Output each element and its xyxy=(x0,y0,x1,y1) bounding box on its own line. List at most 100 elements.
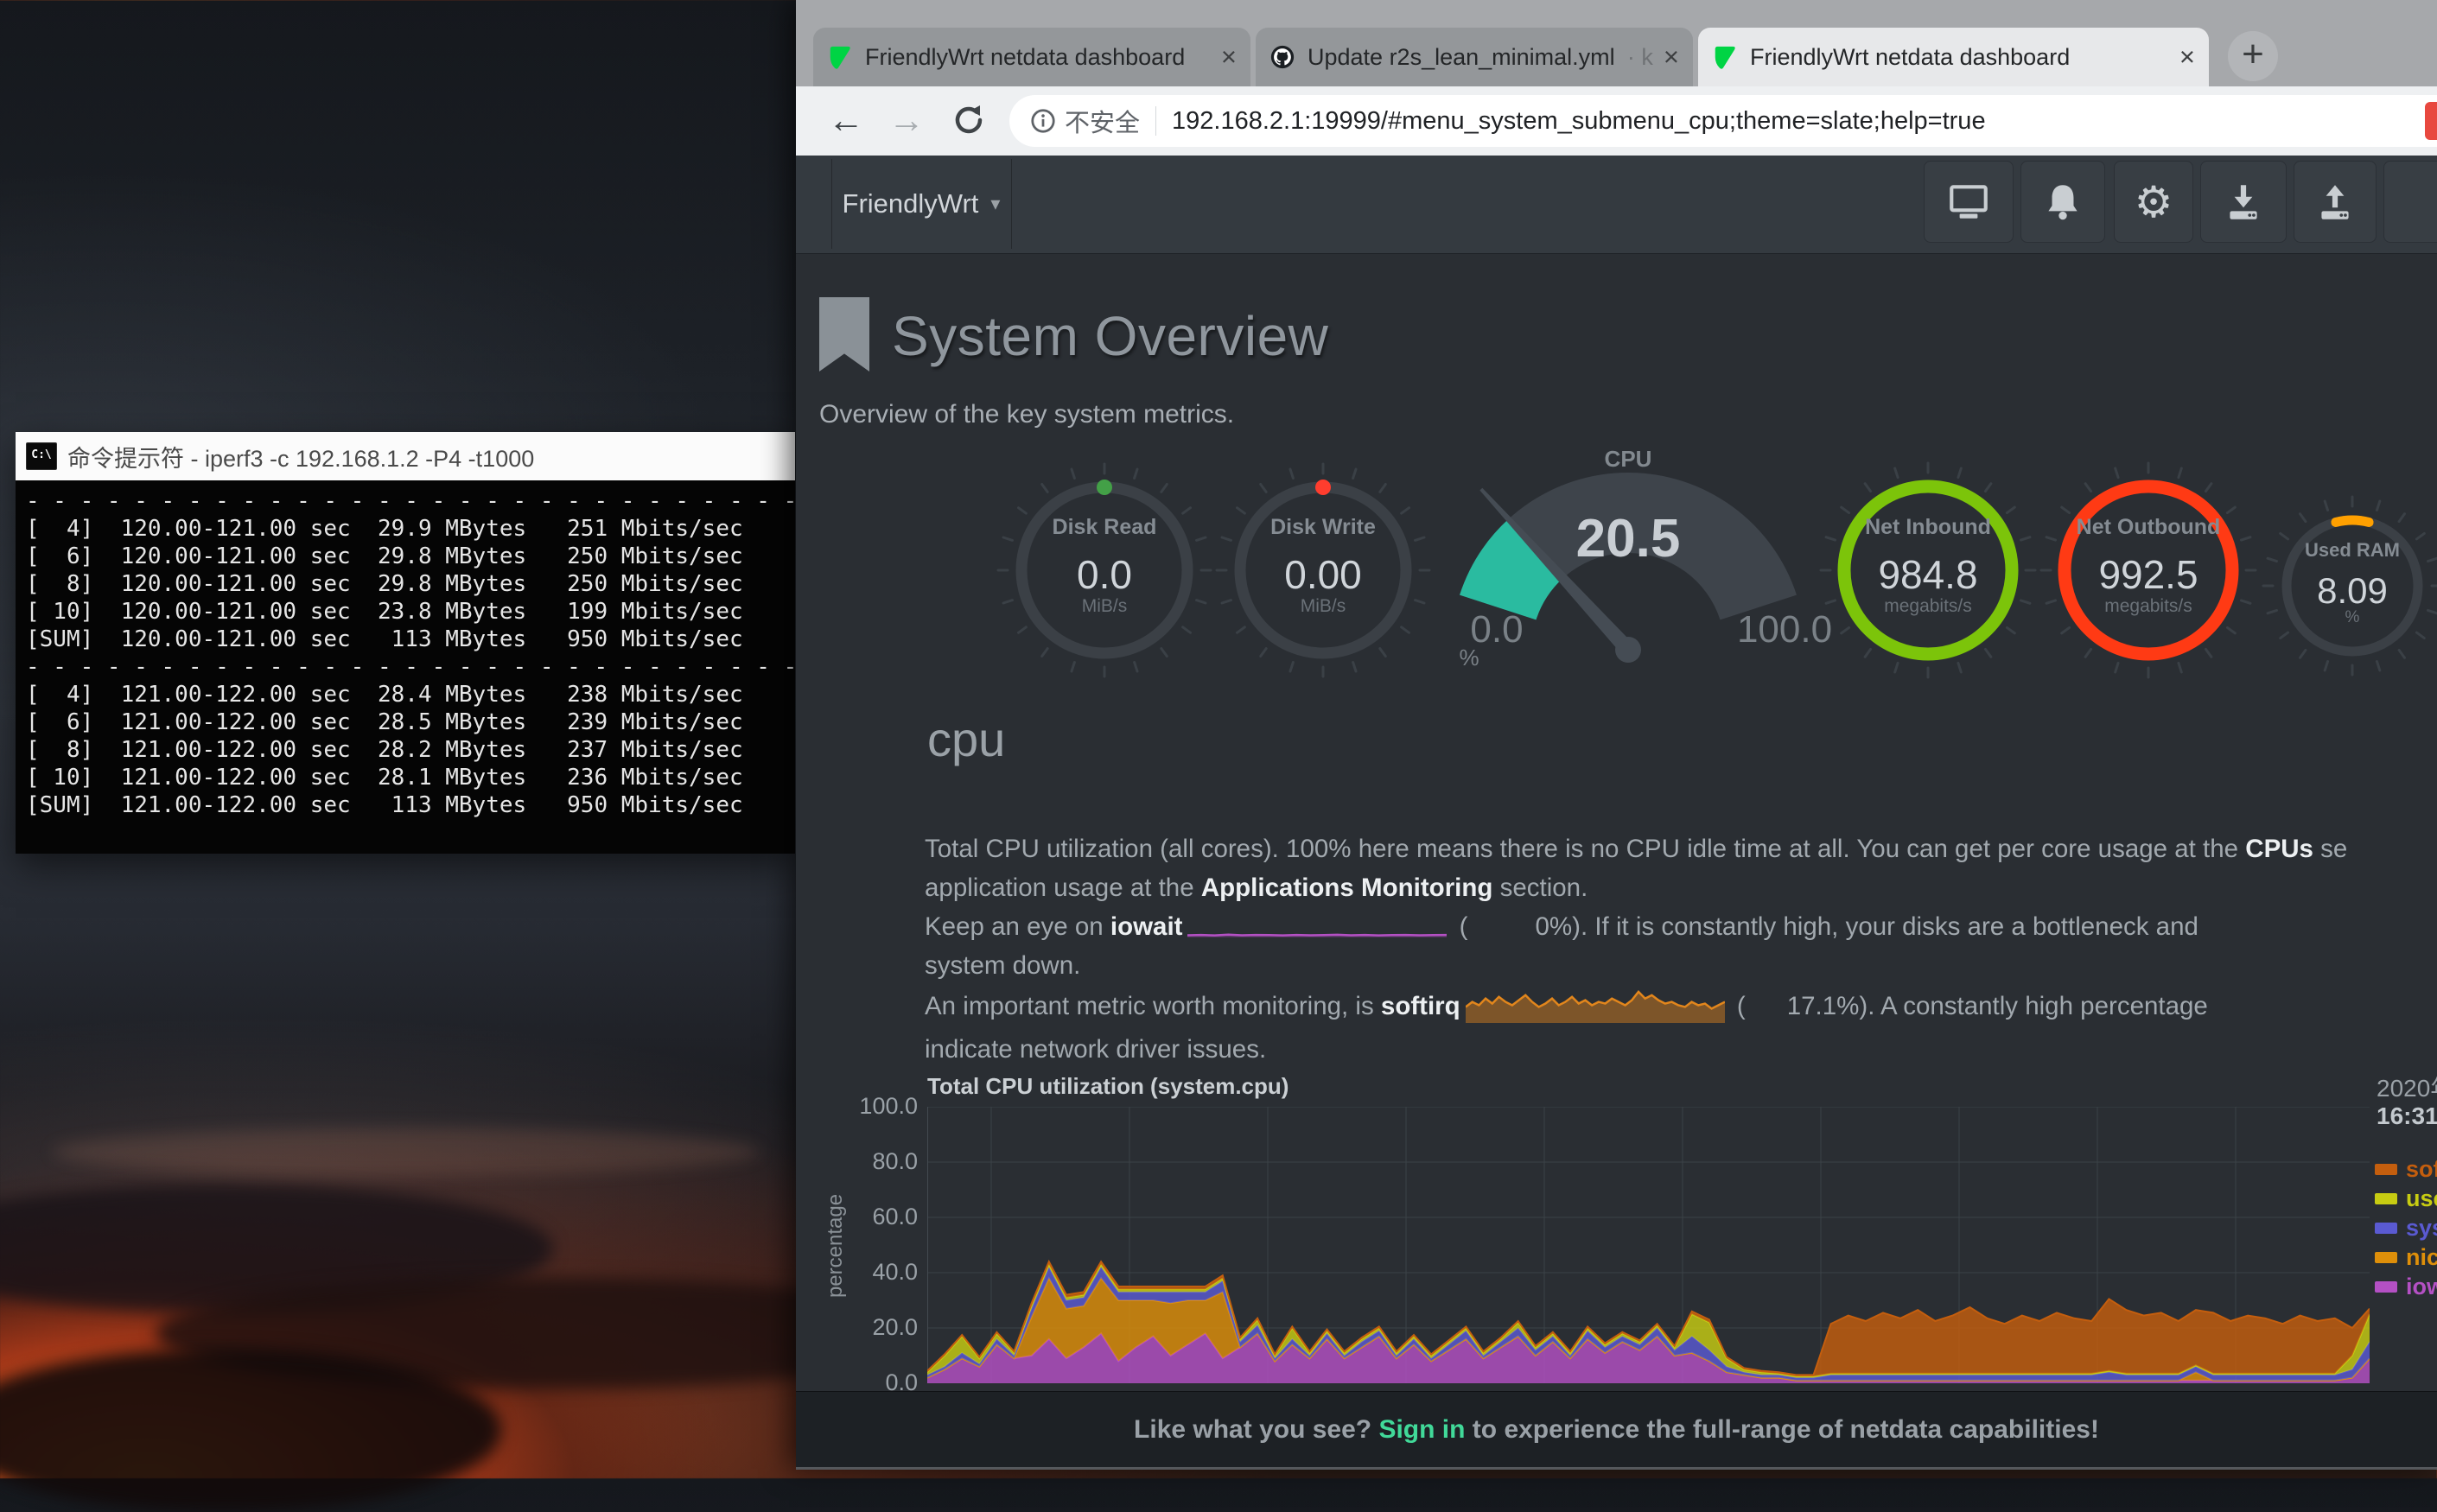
url-text[interactable]: 192.168.2.1:19999/#menu_system_submenu_c… xyxy=(1172,107,1986,136)
tab-close-icon[interactable]: × xyxy=(1664,41,1679,73)
y-tick-label: 100.0 xyxy=(823,1093,918,1120)
monitor-icon xyxy=(1945,179,1992,226)
legend-swatch xyxy=(2375,1193,2397,1204)
terminal-line: [ 8] 121.00-122.00 sec 28.2 MBytes 237 M… xyxy=(26,736,795,764)
gauge-value: 0.00 xyxy=(1219,551,1427,598)
cmd-icon: C:\ xyxy=(26,442,57,470)
console-button[interactable] xyxy=(1924,161,2014,243)
y-tick-label: 60.0 xyxy=(823,1204,918,1230)
reload-icon xyxy=(945,97,992,143)
softirq-sparkline xyxy=(1466,985,1725,1025)
cpus-link[interactable]: CPUs xyxy=(2245,835,2313,863)
page-title: System Overview xyxy=(892,304,1328,368)
wallpaper-cloud xyxy=(52,1128,760,1176)
tab-github[interactable]: Update r2s_lean_minimal.yml · k × xyxy=(1256,28,1693,86)
new-tab-button[interactable]: + xyxy=(2228,31,2278,81)
section-description: Total CPU utilization (all cores). 100% … xyxy=(925,829,2437,1069)
gauge-value: 0.0 xyxy=(1001,551,1208,598)
address-bar[interactable]: 不安全 192.168.2.1:19999/#menu_system_subme… xyxy=(1009,95,2437,147)
gauge-value: 20.5 xyxy=(1524,508,1732,569)
paragraph-line: application usage at the Applications Mo… xyxy=(925,868,2437,907)
terminal-output[interactable]: - - - - - - - - - - - - - - - - - - - - … xyxy=(16,480,795,854)
terminal-line: [SUM] 121.00-122.00 sec 113 MBytes 950 M… xyxy=(26,791,795,819)
brand-dropdown[interactable]: FriendlyWrt ▾ xyxy=(831,156,1011,252)
gauge-unit: MiB/s xyxy=(1219,596,1427,617)
tab-label-suffix: · k xyxy=(1627,44,1653,71)
chart-time: 16:31:2 xyxy=(2377,1102,2437,1130)
paragraph-line: Keep an eye on iowait (0%). If it is con… xyxy=(925,907,2437,946)
terminal-line: [ 6] 121.00-122.00 sec 28.5 MBytes 239 M… xyxy=(26,708,795,736)
upload-icon xyxy=(2312,179,2358,226)
terminal-line: - - - - - - - - - - - - - - - - - - - - … xyxy=(26,487,795,515)
terminal-line: [ 10] 120.00-121.00 sec 23.8 MBytes 199 … xyxy=(26,598,795,626)
tab-label: FriendlyWrt netdata dashboard xyxy=(1750,44,2169,71)
terminal-line: - - - - - - - - - - - - - - - - - - - - … xyxy=(26,653,795,681)
extension-icon[interactable] xyxy=(2425,102,2437,140)
y-tick-label: 80.0 xyxy=(823,1148,918,1175)
export-button[interactable] xyxy=(2294,161,2377,243)
brand-label: FriendlyWrt xyxy=(843,188,979,219)
signin-text: to experience the full-range of netdata … xyxy=(1465,1415,2099,1445)
chart-legend: softirquser systemniceiowait xyxy=(2375,1154,2437,1301)
legend-label: user xyxy=(2406,1185,2437,1212)
terminal-line: [SUM] 120.00-121.00 sec 113 MBytes 950 M… xyxy=(26,626,795,653)
tab-netdata-1[interactable]: FriendlyWrt netdata dashboard × xyxy=(813,28,1250,86)
terminal-window: C:\ 命令提示符 - iperf3 -c 192.168.1.2 -P4 -t… xyxy=(16,432,795,854)
legend-swatch xyxy=(2375,1164,2397,1175)
gauge-label: CPU xyxy=(1524,446,1732,473)
gauge-label: Net Outbound xyxy=(2045,515,2252,540)
security-label[interactable]: 不安全 xyxy=(1065,103,1140,139)
page-subtitle: Overview of the key system metrics. xyxy=(819,400,1234,429)
forward-button[interactable]: → xyxy=(883,97,930,143)
gauge-unit: % xyxy=(2249,608,2437,627)
chart-y-axis-label: percentage xyxy=(824,1159,848,1332)
legend-label: softirq xyxy=(2406,1156,2437,1183)
gauge-label: Disk Read xyxy=(1001,515,1208,540)
header-separator xyxy=(1011,159,1012,249)
paragraph-line: An important metric worth monitoring, is… xyxy=(925,985,2437,1030)
signin-link[interactable]: Sign in xyxy=(1378,1415,1465,1445)
iowait-sparkline xyxy=(1187,917,1447,939)
legend-label: nice xyxy=(2406,1244,2437,1271)
terminal-line: [ 6] 120.00-121.00 sec 29.8 MBytes 250 M… xyxy=(26,543,795,570)
legend-label: system xyxy=(2406,1215,2437,1242)
tab-close-icon[interactable]: × xyxy=(1221,41,1237,73)
chevron-down-icon: ▾ xyxy=(990,193,1000,215)
cpu-utilization-chart[interactable] xyxy=(927,1107,2370,1383)
gauge-unit: megabits/s xyxy=(1824,596,2032,617)
legend-item-iowait[interactable]: iowait xyxy=(2375,1272,2437,1301)
browser-bottom-edge xyxy=(796,1467,2437,1470)
gauge-label: Net Inbound xyxy=(1824,515,2032,540)
legend-item-system[interactable]: system xyxy=(2375,1213,2437,1242)
url-divider xyxy=(1155,106,1156,136)
legend-swatch xyxy=(2375,1252,2397,1263)
terminal-titlebar[interactable]: C:\ 命令提示符 - iperf3 -c 192.168.1.2 -P4 -t… xyxy=(16,432,795,480)
gauge-value: 992.5 xyxy=(2045,551,2252,598)
netdata-icon xyxy=(1712,44,1738,70)
legend-swatch xyxy=(2375,1223,2397,1234)
chart-date: 2020年3 xyxy=(2377,1070,2437,1104)
terminal-title: 命令提示符 - iperf3 -c 192.168.1.2 -P4 -t1000 xyxy=(67,440,534,473)
terminal-line: [ 10] 121.00-122.00 sec 28.1 MBytes 236 … xyxy=(26,764,795,791)
back-button[interactable]: ← xyxy=(823,97,869,143)
help-button[interactable] xyxy=(2383,161,2437,243)
tab-netdata-2-active[interactable]: FriendlyWrt netdata dashboard × xyxy=(1698,28,2209,86)
applications-monitoring-link[interactable]: Applications Monitoring xyxy=(1201,874,1493,902)
legend-item-softirq[interactable]: softirq xyxy=(2375,1154,2437,1184)
gauge-value: 984.8 xyxy=(1824,551,2032,598)
info-icon[interactable] xyxy=(1028,106,1058,136)
settings-button[interactable]: ⚙ xyxy=(2114,161,2193,243)
legend-item-nice[interactable]: nice xyxy=(2375,1242,2437,1272)
signin-bar: Like what you see? Sign in to experience… xyxy=(796,1391,2437,1468)
tab-label: FriendlyWrt netdata dashboard xyxy=(865,44,1211,71)
reload-button[interactable] xyxy=(945,97,992,143)
alarms-button[interactable] xyxy=(2020,161,2105,243)
legend-item-user[interactable]: user xyxy=(2375,1184,2437,1213)
download-icon xyxy=(2220,179,2267,226)
terminal-line: [ 4] 120.00-121.00 sec 29.9 MBytes 251 M… xyxy=(26,515,795,543)
chart-title: Total CPU utilization (system.cpu) xyxy=(927,1073,1288,1100)
section-heading: cpu xyxy=(927,711,1005,767)
tab-close-icon[interactable]: × xyxy=(2179,41,2195,73)
import-button[interactable] xyxy=(2200,161,2287,243)
gauge-label: Disk Write xyxy=(1219,515,1427,540)
